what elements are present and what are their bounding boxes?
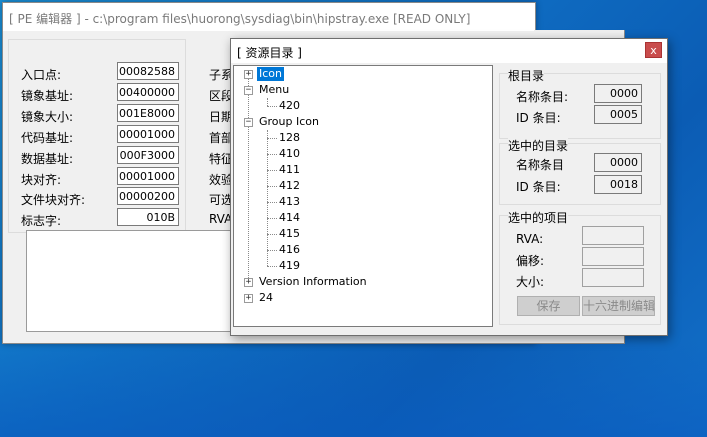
tree-node-group-icon-item[interactable]: 416	[279, 243, 300, 257]
expand-icon[interactable]: +	[244, 294, 253, 303]
tree-node-group-icon-item[interactable]: 419	[279, 259, 300, 273]
tree-connector	[267, 138, 277, 139]
tree-node-24[interactable]: 24	[259, 291, 273, 305]
desktop-background	[0, 340, 707, 437]
section-align-label: 块对齐:	[21, 173, 62, 187]
tree-connector	[267, 98, 268, 106]
tree-node-group-icon-item[interactable]: 415	[279, 227, 300, 241]
tree-node-group-icon-item[interactable]: 413	[279, 195, 300, 209]
tree-connector	[267, 250, 277, 251]
tree-connector	[248, 76, 249, 286]
tree-connector	[267, 234, 277, 235]
tree-connector	[267, 154, 277, 155]
section-align-field[interactable]: 00001000	[117, 167, 179, 185]
root-id-entries-field[interactable]: 0005	[594, 105, 642, 124]
root-name-entries-label: 名称条目:	[516, 90, 569, 104]
tree-connector	[267, 170, 277, 171]
magic-field[interactable]: 010B	[117, 208, 179, 226]
save-button[interactable]: 保存	[517, 296, 580, 316]
close-button[interactable]: x	[645, 42, 662, 58]
tree-connector	[267, 266, 277, 267]
tree-node-group-icon-item[interactable]: 128	[279, 131, 300, 145]
tree-node-version-information[interactable]: Version Information	[259, 275, 367, 289]
tree-connector	[267, 218, 277, 219]
offset-label: 偏移:	[516, 254, 545, 268]
selected-item-title: 选中的项目	[508, 209, 569, 226]
selected-directory-title: 选中的目录	[508, 137, 569, 154]
tree-node-icon[interactable]: Icon	[257, 67, 284, 81]
file-align-label: 文件块对齐:	[21, 193, 86, 207]
entry-point-label: 入口点:	[21, 68, 62, 82]
resource-tree[interactable]: + Icon − Menu 420 − Group Icon 128 410 4…	[233, 65, 493, 327]
selected-name-entries-field[interactable]: 0000	[594, 153, 642, 172]
expand-icon[interactable]: +	[244, 278, 253, 287]
tree-connector	[267, 130, 268, 266]
expand-icon[interactable]: +	[244, 70, 253, 79]
resource-directory-dialog: [ 资源目录 ] x + Icon − Menu 420 − Group Ico…	[230, 38, 668, 336]
selected-id-entries-field[interactable]: 0018	[594, 175, 642, 194]
tree-node-group-icon-item[interactable]: 414	[279, 211, 300, 225]
code-base-label: 代码基址:	[21, 131, 74, 145]
image-base-field[interactable]: 00400000	[117, 83, 179, 101]
tree-connector	[267, 202, 277, 203]
resource-dialog-titlebar[interactable]: [ 资源目录 ] x	[231, 39, 667, 63]
tree-node-group-icon[interactable]: Group Icon	[259, 115, 319, 129]
size-field[interactable]	[582, 268, 644, 287]
root-directory-title: 根目录	[508, 67, 545, 84]
selected-name-entries-label: 名称条目	[516, 158, 565, 172]
tree-node-group-icon-item[interactable]: 411	[279, 163, 300, 177]
collapse-icon[interactable]: −	[244, 118, 253, 127]
offset-field[interactable]	[582, 247, 644, 266]
image-size-label: 镜象大小:	[21, 110, 74, 124]
hex-edit-button[interactable]: 十六进制编辑	[582, 296, 655, 316]
entry-point-field[interactable]: 00082588	[117, 62, 179, 80]
file-align-field[interactable]: 00000200	[117, 187, 179, 205]
tree-node-menu[interactable]: Menu	[259, 83, 289, 97]
pe-editor-title: [ PE 编辑器 ] - c:\program files\huorong\sy…	[9, 12, 471, 26]
tree-node-group-icon-item[interactable]: 412	[279, 179, 300, 193]
rva-field[interactable]	[582, 226, 644, 245]
code-base-field[interactable]: 00001000	[117, 125, 179, 143]
root-id-entries-label: ID 条目:	[516, 111, 561, 125]
selected-id-entries-label: ID 条目:	[516, 180, 561, 194]
tree-node-menu-420[interactable]: 420	[279, 99, 300, 113]
data-base-label: 数据基址:	[21, 152, 74, 166]
resource-dialog-title: [ 资源目录 ]	[237, 46, 302, 60]
tree-connector	[267, 186, 277, 187]
tree-node-group-icon-item[interactable]: 410	[279, 147, 300, 161]
tree-connector	[267, 106, 277, 107]
selected-item-group: 选中的项目 RVA: 偏移: 大小: 保存 十六进制编辑	[499, 209, 661, 325]
collapse-icon[interactable]: −	[244, 86, 253, 95]
image-size-field[interactable]: 001E8000	[117, 104, 179, 122]
root-name-entries-field[interactable]: 0000	[594, 84, 642, 103]
rva-label: RVA:	[516, 232, 544, 246]
selected-directory-group: 选中的目录 名称条目 0000 ID 条目: 0018	[499, 137, 661, 205]
magic-label: 标志字:	[21, 214, 62, 228]
image-base-label: 镜象基址:	[21, 89, 74, 103]
root-directory-group: 根目录 名称条目: 0000 ID 条目: 0005	[499, 67, 661, 139]
pe-editor-titlebar[interactable]: [ PE 编辑器 ] - c:\program files\huorong\sy…	[3, 3, 535, 31]
size-label: 大小:	[516, 275, 545, 289]
data-base-field[interactable]: 000F3000	[117, 146, 179, 164]
